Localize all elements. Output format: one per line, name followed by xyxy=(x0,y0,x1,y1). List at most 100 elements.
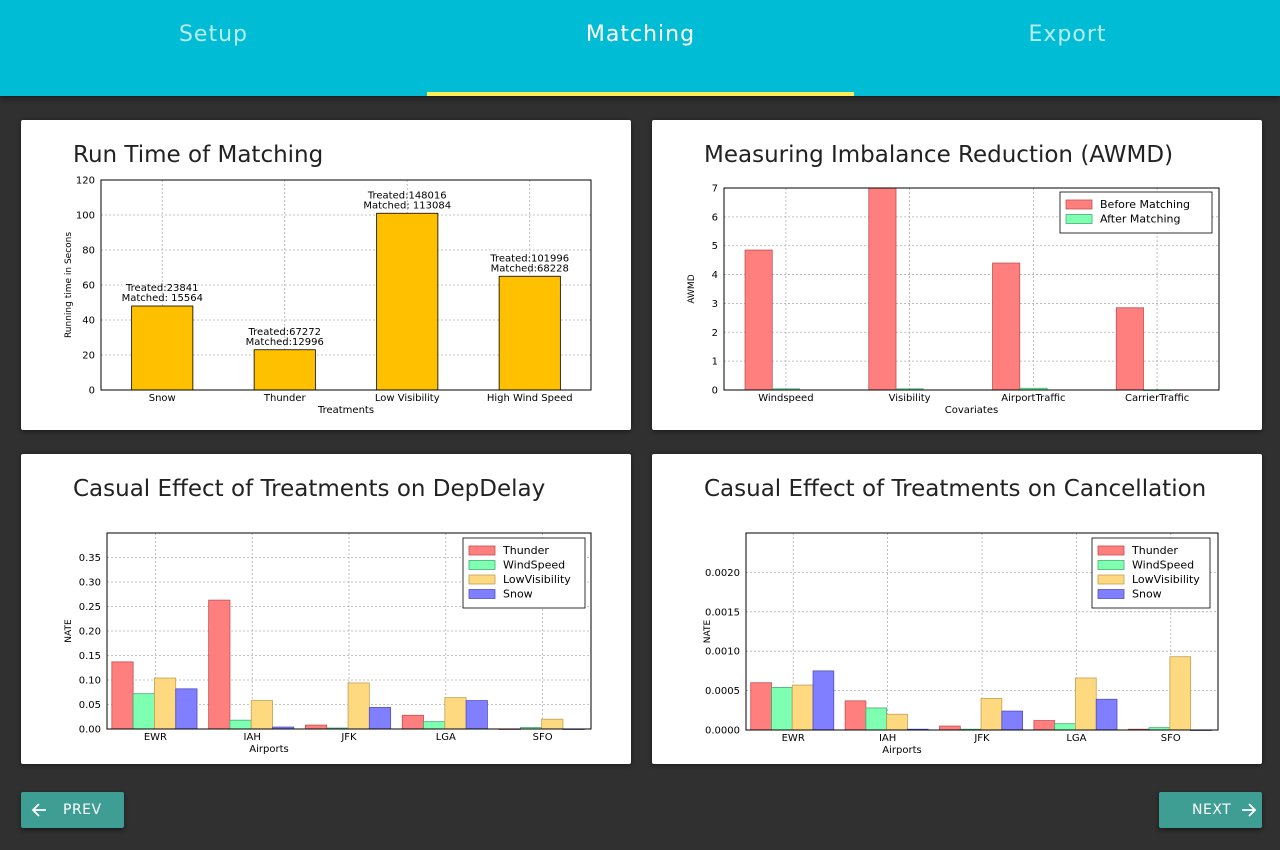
prev-button[interactable]: PREV xyxy=(21,792,124,828)
bar xyxy=(868,187,897,391)
x-tick-label: IAH xyxy=(244,732,261,743)
x-tick-label: AirportTraffic xyxy=(1001,393,1065,404)
x-tick-label: Thunder xyxy=(263,393,307,404)
bar xyxy=(939,725,961,731)
bar xyxy=(744,249,773,391)
y-tick-label: 0.0015 xyxy=(705,607,740,618)
x-tick-label: High Wind Speed xyxy=(487,393,573,404)
x-tick-label: EWR xyxy=(144,732,167,743)
bar xyxy=(423,721,446,730)
bar xyxy=(1095,698,1118,731)
y-tick-label: 0 xyxy=(89,386,95,397)
x-tick-label: SFO xyxy=(1161,733,1181,744)
legend-swatch xyxy=(468,574,496,585)
bar xyxy=(1115,307,1144,391)
bar xyxy=(1001,710,1023,731)
tab-label: Export xyxy=(1028,22,1107,47)
y-tick-label: 0.0020 xyxy=(705,568,740,579)
x-axis-label: Covariates xyxy=(945,405,998,416)
x-tick-label: Windspeed xyxy=(758,393,813,404)
tab-active-indicator xyxy=(427,92,854,96)
y-tick-label: 1 xyxy=(712,357,718,368)
x-tick-label: LGA xyxy=(1066,733,1086,744)
legend-swatch xyxy=(1065,199,1093,210)
bar xyxy=(401,714,424,730)
x-tick-label: Visibility xyxy=(889,393,931,404)
y-tick-label: 0.20 xyxy=(79,627,101,638)
y-tick-label: 0.30 xyxy=(79,578,101,589)
tab-export[interactable]: Export xyxy=(854,0,1280,96)
tab-bar: Setup Matching Export xyxy=(0,0,1280,96)
bar xyxy=(771,687,793,731)
card-title: Measuring Imbalance Reduction (AWMD) xyxy=(704,142,1174,168)
bar xyxy=(229,719,252,730)
bar xyxy=(541,718,564,730)
arrow-right-icon xyxy=(1242,803,1257,817)
card-title: Casual Effect of Treatments on DepDelay xyxy=(73,476,546,502)
legend-swatch xyxy=(1097,574,1125,585)
y-tick-label: 60 xyxy=(82,281,95,292)
x-tick-label: Snow xyxy=(149,393,176,404)
x-tick-label: IAH xyxy=(879,733,896,744)
y-tick-label: 0.35 xyxy=(79,553,101,564)
x-tick-label: CarrierTraffic xyxy=(1125,393,1189,404)
bar xyxy=(465,700,488,730)
bar xyxy=(992,262,1021,391)
card-depdelay: 0.00 0.05 0.10 0.15 0.20 0.25 0.30 0.35 EWR IAH JF… xyxy=(21,454,631,764)
x-axis-label: Airports xyxy=(882,745,921,756)
legend-label: WindSpeed xyxy=(503,559,565,572)
legend-label: Thunder xyxy=(502,544,549,557)
next-button[interactable]: NEXT xyxy=(1159,792,1262,828)
bar xyxy=(175,688,198,730)
bar xyxy=(1033,720,1056,731)
y-tick-label: 0 xyxy=(712,386,718,397)
y-tick-label: 0.15 xyxy=(79,651,101,662)
y-tick-label: 100 xyxy=(76,211,95,222)
legend-swatch xyxy=(468,589,496,599)
prev-label: PREV xyxy=(63,802,102,818)
bar xyxy=(886,713,908,731)
x-tick-label: JFK xyxy=(973,733,990,744)
legend-swatch xyxy=(1065,214,1093,224)
tab-setup[interactable]: Setup xyxy=(0,0,427,96)
bar-annotation-matched: Matched:68228 xyxy=(491,263,569,274)
legend-label: Snow xyxy=(503,588,533,601)
arrow-left-icon xyxy=(31,803,46,817)
bar xyxy=(791,684,814,731)
bar xyxy=(1075,677,1097,731)
tab-matching[interactable]: Matching xyxy=(427,0,854,96)
x-tick-label: JFK xyxy=(340,732,357,743)
bar xyxy=(132,693,155,730)
y-tick-label: 0.0000 xyxy=(705,726,740,737)
card-title: Casual Effect of Treatments on Cancellat… xyxy=(704,476,1207,502)
y-tick-label: 80 xyxy=(82,246,95,257)
x-axis-label: Airports xyxy=(249,744,288,755)
legend-label: Thunder xyxy=(1131,544,1178,557)
bar xyxy=(498,275,561,391)
y-tick-label: 20 xyxy=(82,351,95,362)
bar xyxy=(250,700,273,730)
legend-swatch xyxy=(468,545,496,556)
y-tick-label: 5 xyxy=(712,241,718,252)
legend-label: Before Matching xyxy=(1100,198,1190,211)
next-label: NEXT xyxy=(1192,802,1232,818)
legend-swatch xyxy=(468,560,496,570)
card-cancellation: 0.0000 0.0005 0.0010 0.0015 0.0020 EWR IAH JFK L… xyxy=(652,454,1262,764)
y-tick-label: 0.25 xyxy=(79,602,101,613)
card-title: Run Time of Matching xyxy=(73,142,324,168)
legend-label: LowVisibility xyxy=(1132,573,1200,586)
x-tick-label: EWR xyxy=(782,733,805,744)
y-axis-label: Running time in Secons xyxy=(64,232,74,338)
bar xyxy=(253,349,316,391)
bar xyxy=(131,305,194,391)
y-axis-label: NATE xyxy=(64,619,74,643)
y-tick-label: 40 xyxy=(82,316,95,327)
bar xyxy=(154,677,177,730)
legend-swatch xyxy=(1097,545,1125,556)
x-tick-label: Low Visibility xyxy=(375,393,440,404)
y-axis-label: AWMD xyxy=(687,274,697,303)
y-tick-label: 120 xyxy=(76,176,95,187)
bar xyxy=(844,700,867,731)
legend-label: Snow xyxy=(1132,588,1162,601)
card-imbalance: 0 1 2 3 4 5 6 7 Windspeed Visibility AirportTraffi… xyxy=(652,120,1262,430)
